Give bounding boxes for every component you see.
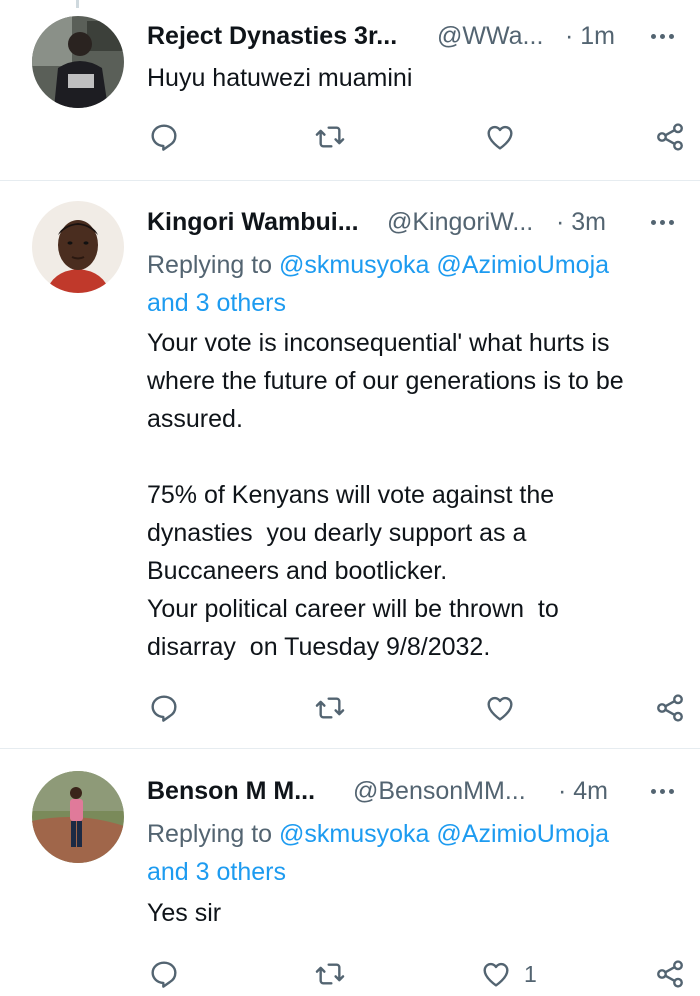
reply-mentions-link[interactable]: @skmusyoka @AzimioUmoja: [279, 251, 609, 279]
heart-icon: [487, 696, 513, 721]
more-icon[interactable]: [642, 771, 682, 811]
timestamp[interactable]: · 4m: [558, 771, 608, 811]
like-button[interactable]: [484, 688, 528, 728]
heart-icon: [483, 962, 509, 987]
user-handle[interactable]: @WWa...: [437, 16, 543, 56]
retweet-icon: [315, 963, 345, 985]
share-icon: [657, 694, 683, 722]
reply-icon: [151, 124, 177, 151]
reply-icon: [151, 961, 177, 988]
timestamp[interactable]: · 3m: [556, 202, 606, 242]
share-button[interactable]: [654, 954, 686, 994]
more-icon[interactable]: [642, 202, 682, 242]
like-count: 1: [524, 960, 537, 987]
retweet-button[interactable]: [314, 117, 346, 157]
retweet-button[interactable]: [314, 688, 346, 728]
tweet-3[interactable]: Benson M M... @BensonMM... · 4m Replying…: [0, 749, 700, 996]
tweet-2[interactable]: Kingori Wambui... @KingoriW... · 3m Repl…: [0, 181, 700, 747]
like-button[interactable]: [484, 117, 528, 157]
user-handle[interactable]: @BensonMM...: [353, 771, 526, 811]
display-name[interactable]: Benson M M...: [147, 771, 315, 811]
replying-to-label: Replying to: [147, 820, 273, 848]
reply-others-link[interactable]: and 3 others: [147, 858, 286, 886]
share-button[interactable]: [654, 117, 686, 157]
reply-icon: [151, 695, 177, 722]
tweet-text: Yes sir: [147, 899, 222, 927]
replying-to: Replying to @skmusyoka @AzimioUmoja: [147, 815, 609, 853]
tweet-actions: [0, 688, 700, 728]
share-icon: [657, 960, 683, 988]
tweet-1[interactable]: Reject Dynasties 3r... @WWa... · 1m Huyu…: [0, 0, 700, 180]
avatar[interactable]: [32, 16, 124, 108]
user-handle[interactable]: @KingoriW...: [387, 202, 533, 242]
tweet-actions: 1: [0, 954, 700, 994]
like-button[interactable]: 1: [480, 954, 537, 994]
heart-icon: [487, 125, 513, 150]
more-icon[interactable]: [642, 16, 682, 56]
replying-to-more: and 3 others: [147, 853, 286, 891]
share-button[interactable]: [654, 688, 686, 728]
reply-mentions-link[interactable]: @skmusyoka @AzimioUmoja: [279, 820, 609, 848]
retweet-button[interactable]: [314, 954, 346, 994]
retweet-icon: [315, 697, 345, 719]
reply-button[interactable]: [148, 688, 180, 728]
reply-others-link[interactable]: and 3 others: [147, 289, 286, 317]
share-icon: [657, 123, 683, 151]
avatar[interactable]: [32, 771, 124, 863]
display-name[interactable]: Reject Dynasties 3r...: [147, 16, 397, 56]
tweet-actions: [0, 117, 700, 157]
tweet-text: Huyu hatuwezi muamini: [147, 64, 413, 92]
tweet-text: Your vote is inconsequential' what hurts…: [147, 329, 624, 661]
reply-button[interactable]: [148, 954, 180, 994]
replying-to-label: Replying to: [147, 251, 273, 279]
replying-to: Replying to @skmusyoka @AzimioUmoja: [147, 246, 609, 284]
display-name[interactable]: Kingori Wambui...: [147, 202, 359, 242]
timestamp[interactable]: · 1m: [565, 16, 615, 56]
retweet-icon: [315, 126, 345, 148]
avatar[interactable]: [32, 201, 124, 293]
replying-to-more: and 3 others: [147, 284, 286, 322]
reply-button[interactable]: [148, 117, 180, 157]
